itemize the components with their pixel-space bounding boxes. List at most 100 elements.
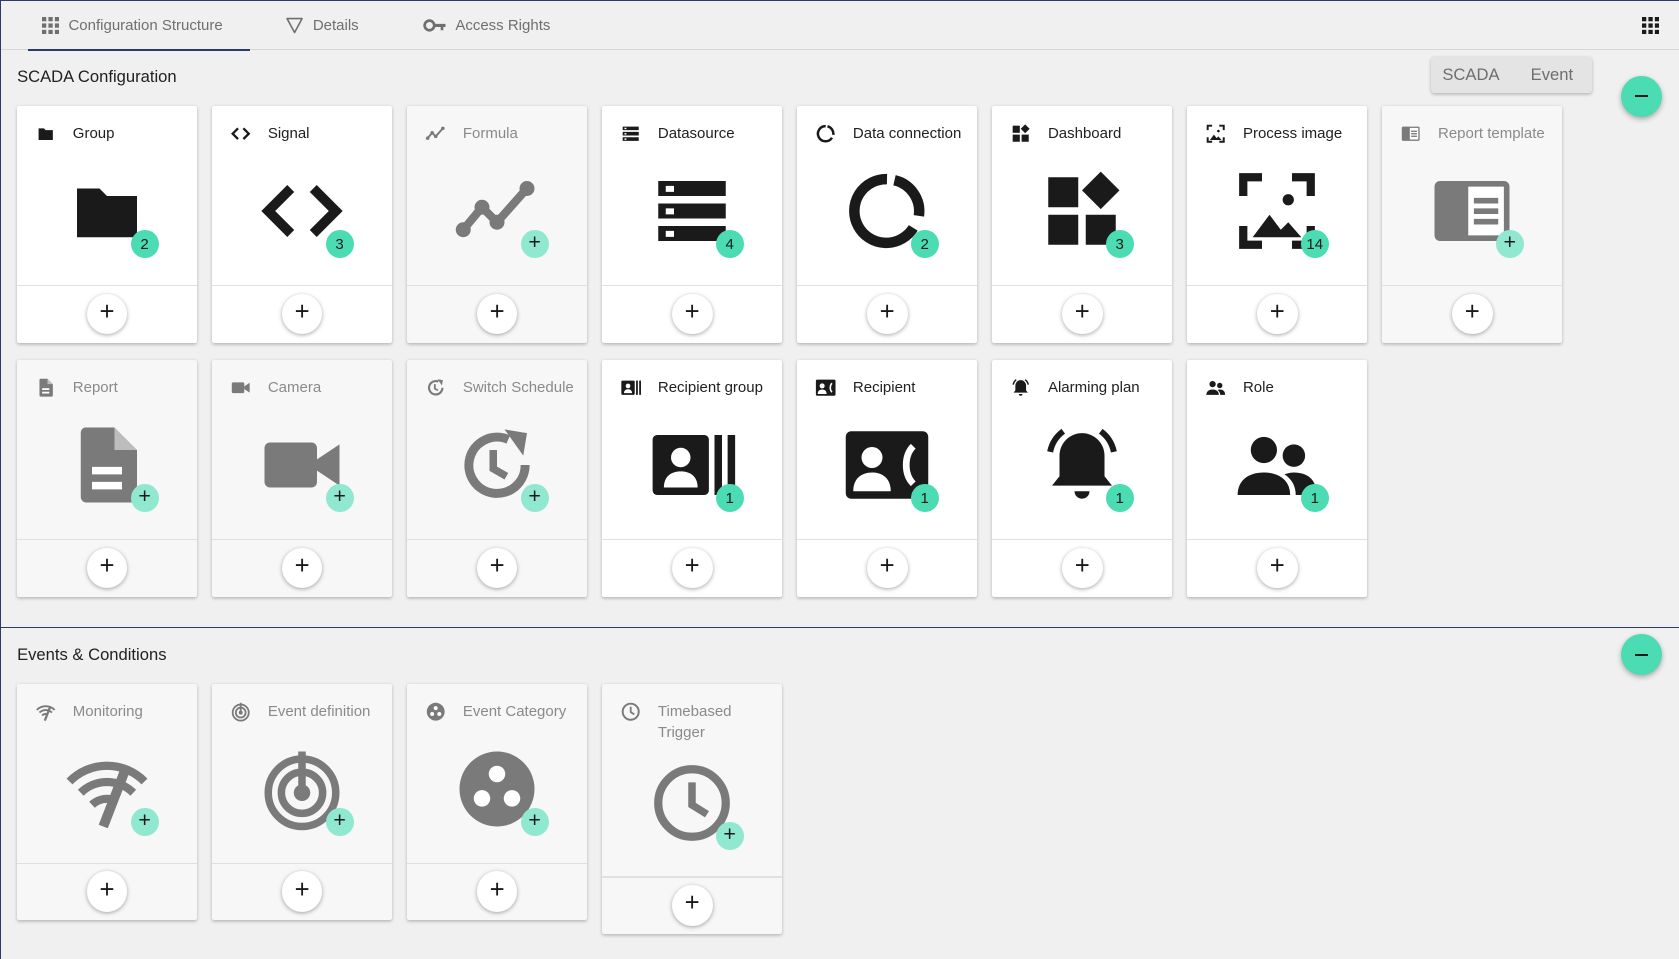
card-title: Dashboard	[1047, 125, 1122, 143]
count-badge: 1	[715, 484, 744, 513]
card-divider	[17, 862, 198, 864]
config-card[interactable]: Role 1	[1187, 359, 1368, 597]
add-item-button[interactable]	[671, 885, 713, 926]
section-title-scada: SCADA Configuration	[17, 67, 177, 87]
add-item-button[interactable]	[866, 293, 908, 335]
config-card[interactable]: Monitoring	[17, 683, 198, 921]
card-title: Event definition	[267, 702, 371, 720]
apps-grid-icon[interactable]	[1641, 17, 1661, 36]
card-title: Report template	[1438, 125, 1545, 143]
card-divider	[1187, 284, 1368, 287]
add-item-button[interactable]	[671, 293, 713, 335]
add-item-button[interactable]	[476, 871, 518, 912]
count-badge: 2	[910, 230, 939, 259]
count-badge	[520, 484, 549, 513]
add-item-button[interactable]	[671, 547, 713, 589]
config-card[interactable]: Recipient 1	[797, 359, 978, 597]
add-item-button[interactable]	[86, 871, 128, 912]
card-divider	[1382, 284, 1563, 287]
count-badge: 2	[130, 230, 159, 259]
count-badge: 3	[325, 230, 354, 259]
config-card[interactable]: Process image 14	[1187, 106, 1368, 343]
count-badge	[520, 230, 549, 259]
toggle-scada-button[interactable]: SCADA	[1431, 57, 1512, 93]
card-divider	[212, 538, 393, 540]
count-badge: 1	[1105, 484, 1134, 513]
config-card[interactable]: Timebased Trigger	[602, 683, 783, 935]
add-item-button[interactable]	[1256, 547, 1298, 589]
card-divider	[797, 538, 978, 540]
add-item-button[interactable]	[1451, 293, 1493, 335]
toggle-event-button[interactable]: Event	[1511, 57, 1592, 93]
config-card[interactable]: Datasource 4	[602, 106, 783, 343]
tab-label: Details	[312, 17, 359, 35]
add-item-button[interactable]	[476, 293, 518, 335]
count-badge	[325, 484, 354, 513]
config-card[interactable]: Dashboard 3	[992, 106, 1173, 343]
add-item-button[interactable]	[476, 547, 518, 589]
config-card[interactable]: Signal 3	[212, 106, 393, 343]
tab-configuration-structure[interactable]: Configuration Structure	[27, 1, 250, 52]
tab-access-rights[interactable]: Access Rights	[423, 1, 550, 50]
add-item-button[interactable]	[1061, 547, 1103, 589]
add-item-button[interactable]	[281, 293, 323, 335]
card-divider	[797, 284, 978, 287]
add-item-button[interactable]	[1061, 293, 1103, 335]
card-divider	[602, 538, 783, 540]
config-card[interactable]: Recipient group 1	[602, 359, 783, 597]
count-badge	[130, 484, 159, 513]
add-item-button[interactable]	[281, 547, 323, 589]
collapse-scada-button[interactable]	[1621, 76, 1662, 117]
config-card[interactable]: Group 2	[17, 106, 198, 343]
card-title: Data connection	[852, 125, 962, 143]
config-card[interactable]: Switch Schedule	[407, 359, 588, 597]
add-item-button[interactable]	[281, 871, 323, 912]
count-badge	[130, 807, 159, 836]
card-divider	[407, 538, 588, 540]
config-card[interactable]: Event definition	[212, 683, 393, 921]
card-title: Signal	[267, 125, 310, 143]
section-divider	[1, 626, 1679, 628]
count-badge: 1	[1300, 484, 1329, 513]
card-divider	[992, 284, 1173, 287]
card-divider	[17, 538, 198, 540]
tab-label: Configuration Structure	[68, 17, 223, 35]
config-card[interactable]: Report template	[1382, 106, 1563, 343]
count-badge: 14	[1300, 230, 1329, 259]
key-icon	[423, 16, 447, 35]
tab-details[interactable]: Details	[285, 1, 359, 50]
card-divider	[212, 862, 393, 864]
card-title: Datasource	[657, 125, 735, 143]
filter-icon	[285, 16, 304, 35]
config-card[interactable]: Report	[17, 359, 198, 597]
collapse-events-button[interactable]	[1621, 634, 1662, 676]
count-badge	[520, 807, 549, 836]
grid-icon	[41, 16, 60, 35]
card-title: Recipient group	[657, 379, 763, 397]
card-title: Monitoring	[72, 702, 143, 720]
count-badge: 3	[1105, 230, 1134, 259]
section-title-events: Events & Conditions	[17, 645, 167, 665]
add-item-button[interactable]	[86, 293, 128, 335]
card-title: Camera	[267, 379, 322, 397]
card-title: Process image	[1242, 125, 1343, 143]
card-divider	[407, 284, 588, 287]
config-card[interactable]: Alarming plan 1	[992, 359, 1173, 597]
count-badge: 4	[715, 230, 744, 259]
config-card[interactable]: Data connection 2	[797, 106, 978, 343]
card-divider	[602, 876, 783, 878]
card-title: Formula	[462, 125, 518, 143]
card-divider	[1187, 538, 1368, 540]
card-title: Report	[72, 379, 118, 397]
config-card[interactable]: Event Category	[407, 683, 588, 921]
add-item-button[interactable]	[86, 547, 128, 589]
card-title: Group	[72, 125, 115, 143]
view-toggle: SCADA Event	[1430, 56, 1593, 94]
add-item-button[interactable]	[866, 547, 908, 589]
config-card[interactable]: Camera	[212, 359, 393, 597]
card-divider	[602, 284, 783, 287]
add-item-button[interactable]	[1256, 293, 1298, 335]
config-card[interactable]: Formula	[407, 106, 588, 343]
card-title: Alarming plan	[1047, 379, 1140, 397]
card-title: Switch Schedule	[462, 379, 574, 397]
